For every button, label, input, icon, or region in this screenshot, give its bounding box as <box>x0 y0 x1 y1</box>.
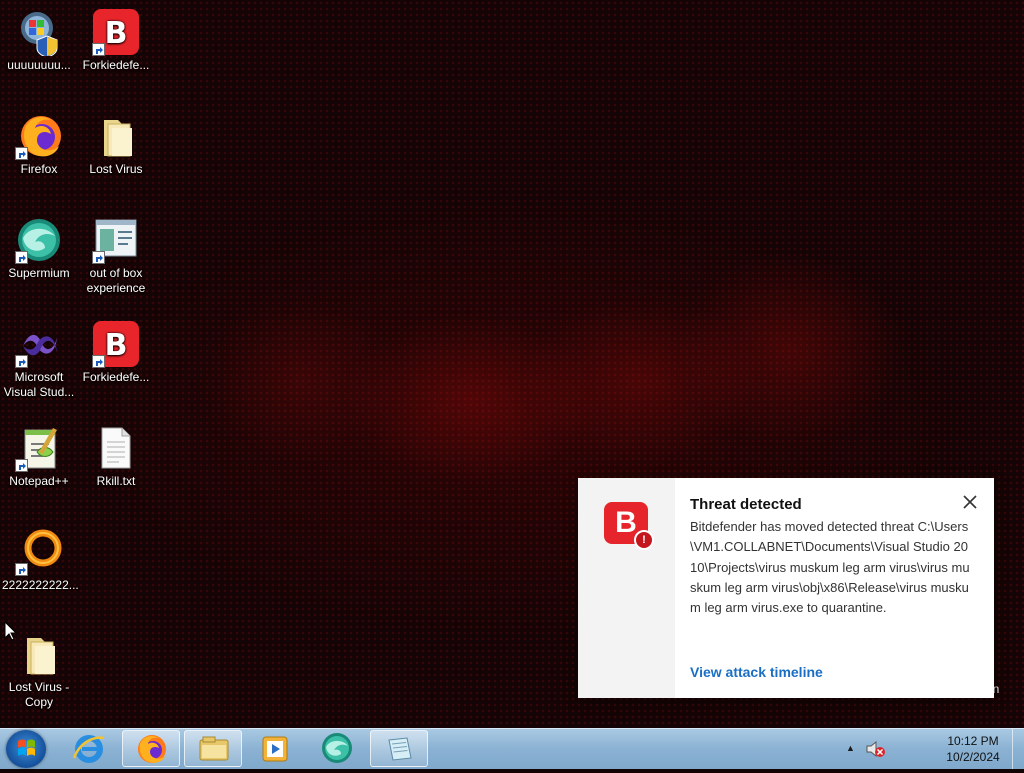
shortcut-arrow-icon <box>15 355 28 368</box>
media-player-icon <box>262 736 288 762</box>
supermium-icon <box>322 733 352 763</box>
taskbar-firefox[interactable] <box>122 730 180 767</box>
notepad-icon <box>388 737 412 761</box>
desktop-icon-label: Microsoft Visual Stud... <box>3 370 75 399</box>
clock-date: 10/2/2024 <box>946 750 1000 764</box>
text-file-icon <box>92 424 140 472</box>
desktop-icon-supermium[interactable]: Supermium <box>2 216 76 281</box>
bitdefender-icon: B <box>92 320 140 368</box>
notepad-plus-plus-icon <box>15 424 63 472</box>
bitdefender-logo-icon: B ! <box>604 502 654 550</box>
notification-sidebar: B ! <box>578 478 675 698</box>
desktop-icon-2222222222[interactable]: 2222222222... <box>2 528 79 593</box>
shortcut-arrow-icon <box>15 147 28 160</box>
desktop-icon-forkiedefender[interactable]: B Forkiedefe... <box>79 8 153 73</box>
close-icon[interactable] <box>960 492 980 512</box>
notification-title: Threat detected <box>690 496 802 513</box>
desktop-icon-label: Lost Virus - Copy <box>8 680 70 709</box>
desktop-icon-label: Forkiedefe... <box>82 58 150 72</box>
desktop-icon-rkill-txt[interactable]: Rkill.txt <box>79 424 153 489</box>
file-explorer-icon <box>199 736 229 761</box>
window-app-icon <box>92 216 140 264</box>
folder-icon <box>92 112 140 160</box>
shortcut-arrow-icon <box>15 459 28 472</box>
shortcut-arrow-icon <box>92 43 105 56</box>
desktop-icon-label: Rkill.txt <box>96 474 136 488</box>
taskbar-notepad[interactable] <box>370 730 428 767</box>
taskbar: ▲ 10:12 PM 10/2/2024 <box>0 728 1024 769</box>
alert-badge-icon: ! <box>634 530 654 550</box>
system-clock[interactable]: 10:12 PM 10/2/2024 <box>935 733 1011 765</box>
desktop-icon-lost-virus-copy[interactable]: Lost Virus - Copy <box>2 630 76 710</box>
desktop-icon-out-of-box-experience[interactable]: out of box experience <box>79 216 153 296</box>
desktop-icon-windows-update[interactable]: uuuuuuuu... <box>2 8 76 73</box>
show-hidden-icons-button[interactable]: ▲ <box>846 743 855 753</box>
supermium-icon <box>15 216 63 264</box>
desktop-icon-label: Firefox <box>20 162 58 176</box>
desktop-icon-label: Lost Virus <box>89 162 143 176</box>
desktop-icon-firefox[interactable]: Firefox <box>2 112 76 177</box>
desktop-icon-label: Forkiedefe... <box>82 370 150 384</box>
desktop-icon-label: Notepad++ <box>9 474 69 488</box>
desktop-icon-label: Supermium <box>8 266 70 280</box>
taskbar-supermium[interactable] <box>308 730 366 767</box>
orange-ring-icon <box>15 528 63 576</box>
bitdefender-icon: B <box>92 8 140 56</box>
start-button[interactable] <box>6 730 46 768</box>
logo-letter: B <box>615 506 637 539</box>
taskbar-media-player[interactable] <box>246 730 304 767</box>
folder-icon <box>15 630 63 678</box>
desktop: uuuuuuuu... Firefox Supermium Microsoft … <box>0 0 1024 728</box>
notification-message: Bitdefender has moved detected threat C:… <box>690 519 970 616</box>
windows-logo-icon <box>18 739 35 756</box>
firefox-icon <box>15 112 63 160</box>
clock-time: 10:12 PM <box>947 734 999 748</box>
desktop-icon-label: out of box experience <box>86 266 146 295</box>
visual-studio-icon <box>15 320 63 368</box>
threat-notification[interactable]: B ! Threat detected Bitdefender has move… <box>578 478 994 698</box>
volume-muted-icon[interactable] <box>864 739 886 759</box>
desktop-icon-notepad-plus-plus[interactable]: Notepad++ <box>2 424 76 489</box>
mouse-cursor-icon <box>4 621 18 641</box>
show-desktop-button[interactable] <box>1012 729 1024 769</box>
shortcut-arrow-icon <box>15 563 28 576</box>
desktop-icon-label: uuuuuuuu... <box>7 58 71 72</box>
internet-explorer-icon <box>72 735 105 763</box>
svg-text:B: B <box>105 328 128 363</box>
desktop-icon-lost-virus[interactable]: Lost Virus <box>79 112 153 177</box>
shortcut-arrow-icon <box>92 251 105 264</box>
svg-text:B: B <box>105 16 128 51</box>
desktop-icon-label: 2222222222... <box>2 578 79 592</box>
shortcut-arrow-icon <box>15 251 28 264</box>
desktop-icon-forkiedefender-2[interactable]: B Forkiedefe... <box>79 320 153 385</box>
view-attack-timeline-link[interactable]: View attack timeline <box>690 664 823 680</box>
taskbar-file-explorer[interactable] <box>184 730 242 767</box>
taskbar-internet-explorer[interactable] <box>60 730 118 767</box>
shortcut-arrow-icon <box>92 355 105 368</box>
firefox-icon <box>138 735 166 763</box>
windows-update-icon <box>15 8 63 58</box>
desktop-icon-visual-studio[interactable]: Microsoft Visual Stud... <box>2 320 76 400</box>
